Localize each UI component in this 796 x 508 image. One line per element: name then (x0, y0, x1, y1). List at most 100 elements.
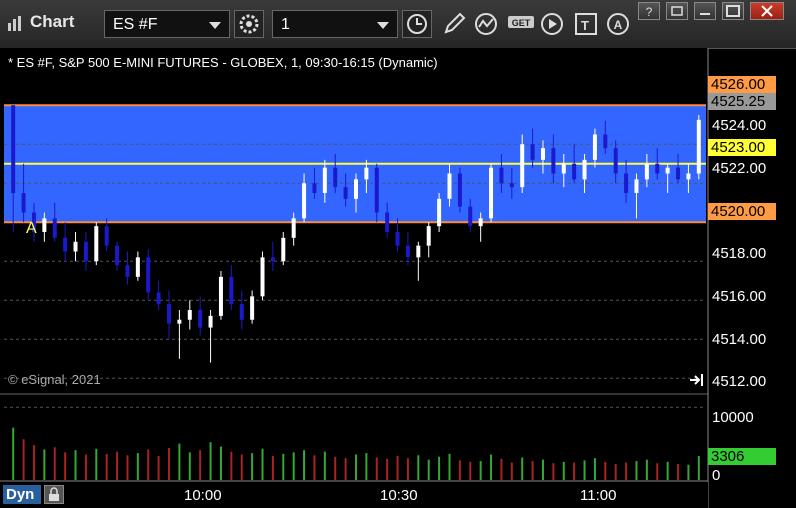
time-tick: 10:00 (184, 487, 222, 504)
candle-body (125, 265, 130, 277)
candle-body (322, 167, 327, 193)
candle-body (333, 167, 338, 188)
time-tick: 10:30 (380, 487, 418, 504)
play-icon[interactable] (538, 10, 568, 38)
help-icon: ? (646, 5, 653, 19)
get-data-icon[interactable]: GET (506, 10, 536, 38)
candle-body (676, 167, 681, 180)
zone-high-tag: 4526.00 (708, 76, 776, 93)
candle-body (385, 212, 390, 232)
candle-body (561, 163, 566, 174)
chevron-down-icon[interactable] (377, 22, 389, 29)
last-price-tag: 4525.25 (708, 93, 776, 110)
candle-body (63, 237, 68, 252)
candle-body (52, 218, 57, 238)
candle-body (437, 198, 442, 227)
pencil-draw-icon[interactable] (440, 10, 470, 38)
lock-icon (49, 487, 59, 501)
maximize-button[interactable] (722, 2, 744, 20)
candle-body (551, 148, 556, 174)
candle-body (291, 218, 296, 238)
scroll-to-end-icon[interactable] (688, 372, 706, 388)
clock-button[interactable] (402, 10, 432, 38)
candle-body (405, 245, 410, 258)
candle-body (156, 292, 161, 305)
candle-body (686, 173, 691, 180)
help-button[interactable]: ? (638, 2, 660, 20)
price-chart[interactable] (0, 48, 796, 508)
candle-body (540, 148, 545, 160)
candle-body (582, 159, 587, 180)
candle-body (457, 173, 462, 207)
candle-body (146, 257, 151, 293)
candle-body (83, 241, 88, 262)
price-tick: 4522.00 (712, 160, 767, 177)
candle-body (644, 163, 649, 180)
candle-body (73, 241, 78, 252)
dynamic-button[interactable]: Dyn (3, 485, 41, 504)
symbol-value: ES #F (113, 16, 158, 33)
candle-body (94, 226, 99, 262)
clock-icon (407, 14, 427, 34)
chart-header: * ES #F, S&P 500 E-MINI FUTURES - GLOBEX… (8, 55, 438, 70)
candle-body (665, 167, 670, 174)
price-tick: 4516.00 (712, 288, 767, 305)
minimize-button[interactable] (694, 2, 716, 20)
zone-low-tag: 4520.00 (708, 203, 776, 220)
candle-body (478, 218, 483, 227)
svg-text:T: T (581, 18, 589, 33)
volume-tick: 0 (712, 467, 721, 484)
candle-body (229, 276, 234, 305)
candle-body (592, 134, 597, 160)
candle-body (135, 257, 140, 277)
svg-text:GET: GET (512, 18, 531, 28)
interval-value: 1 (281, 16, 290, 33)
candle-body (416, 245, 421, 258)
candle-body (187, 310, 192, 320)
candle-body (655, 163, 660, 174)
price-tick: 4524.00 (712, 117, 767, 134)
candle-body (21, 193, 26, 213)
level-tag: 4523.00 (708, 139, 776, 156)
candle-body (468, 206, 473, 227)
candle-body (42, 218, 47, 232)
candle-body (167, 304, 172, 324)
candle-body (260, 257, 265, 297)
time-tick: 11:00 (580, 487, 617, 504)
symbol-input[interactable]: ES #F (104, 10, 230, 38)
candle-body (177, 319, 182, 324)
candle-body (312, 183, 317, 193)
candle-body (343, 187, 348, 199)
restore-button[interactable] (666, 2, 688, 20)
candle-body (603, 134, 608, 149)
candle-body (104, 226, 109, 246)
lock-button[interactable] (44, 485, 64, 504)
price-tick: 4514.00 (712, 331, 767, 348)
restore-icon (671, 6, 683, 16)
text-tool-icon[interactable]: T (572, 10, 602, 38)
close-button[interactable] (750, 2, 784, 20)
maximize-icon (726, 5, 740, 17)
candle-body (374, 167, 379, 213)
volume-current-tag: 3306 (708, 448, 776, 465)
window-title: Chart (30, 12, 75, 31)
chevron-down-icon[interactable] (209, 22, 221, 29)
study-wave-icon[interactable] (472, 10, 502, 38)
minimize-icon (700, 13, 710, 15)
candle-body (447, 173, 452, 199)
candle-body (499, 167, 504, 184)
candle-body (426, 226, 431, 246)
candle-body (218, 276, 223, 316)
close-icon (761, 5, 773, 17)
candle-body (281, 237, 286, 262)
candle-body (624, 173, 629, 193)
interval-input[interactable]: 1 (272, 10, 398, 38)
svg-text:A: A (614, 18, 623, 32)
watermark: © eSignal, 2021 (8, 372, 101, 387)
candle-body (11, 105, 16, 193)
chart-marker: A (26, 220, 37, 237)
alert-icon[interactable]: A (604, 10, 634, 38)
settings-button[interactable] (234, 10, 264, 38)
candle-body (239, 304, 244, 320)
candle-body (395, 232, 400, 246)
